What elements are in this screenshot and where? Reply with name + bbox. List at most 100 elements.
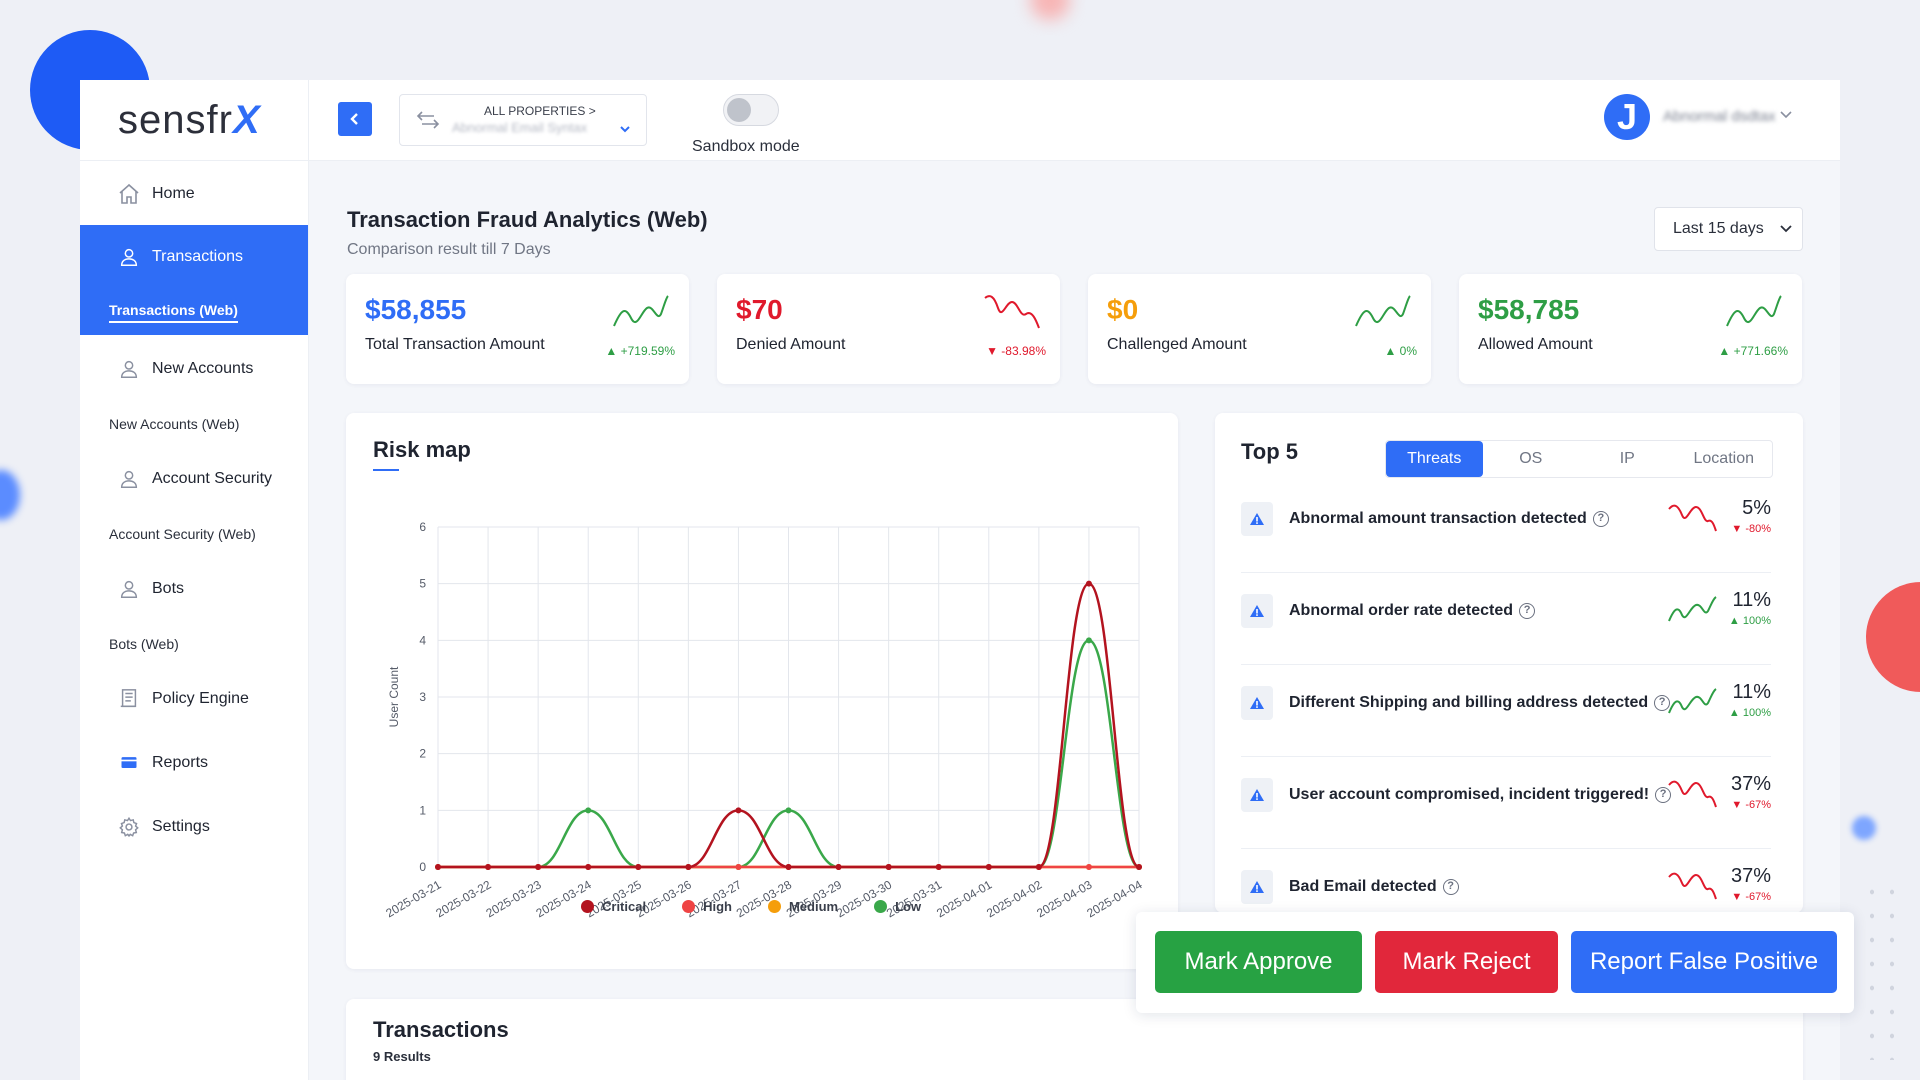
threat-percent: 5%: [1742, 497, 1771, 520]
kpi-label: Denied Amount: [736, 336, 845, 354]
property-value: Abnormal Email Syntax: [452, 120, 587, 135]
action-panel: Mark Approve Mark Reject Report False Po…: [1136, 912, 1854, 1013]
threat-change: ▼ -67%: [1731, 799, 1771, 811]
risk-map-title: Risk map: [373, 437, 471, 463]
sidebar-subitem-transactions-web[interactable]: Transactions (Web): [80, 289, 308, 335]
data-point-critical: [735, 807, 741, 813]
home-icon: [116, 181, 142, 207]
legend-item-low[interactable]: Low: [874, 899, 921, 914]
sidebar-item-label: Settings: [152, 818, 210, 836]
sidebar-item-policy-engine[interactable]: Policy Engine: [80, 667, 308, 731]
sidebar-item-bots[interactable]: Bots: [80, 557, 308, 621]
decor-pink-glow: [1030, 0, 1070, 20]
transactions-title: Transactions: [373, 1017, 509, 1043]
sidebar-subitem-account-security-web[interactable]: Account Security (Web): [80, 511, 308, 557]
y-tick-label: 6: [419, 520, 426, 534]
property-selector[interactable]: ALL PROPERTIES > Abnormal Email Syntax: [399, 94, 647, 146]
warning-icon: [1241, 686, 1273, 720]
kpi-label: Total Transaction Amount: [365, 336, 545, 354]
threat-percent: 37%: [1731, 773, 1771, 796]
sidebar-item-transactions[interactable]: Transactions: [80, 225, 308, 289]
logo-text: sensfr: [118, 98, 233, 143]
tab-os[interactable]: OS: [1483, 441, 1580, 477]
page-title: Transaction Fraud Analytics (Web): [347, 207, 708, 233]
threat-row[interactable]: Bad Email detected?37%▼ -67%: [1241, 849, 1771, 913]
data-point-critical: [1036, 864, 1042, 870]
y-tick-label: 5: [419, 577, 426, 591]
sidebar-subitem-bots-web[interactable]: Bots (Web): [80, 621, 308, 667]
mark-approve-button[interactable]: Mark Approve: [1155, 931, 1362, 993]
data-point-critical: [836, 864, 842, 870]
brand-logo[interactable]: sensfrX: [80, 80, 308, 161]
page-subtitle: Comparison result till 7 Days: [347, 241, 551, 259]
tab-location[interactable]: Location: [1676, 441, 1773, 477]
x-tick-label: 2025-04-02: [984, 877, 1044, 920]
collapse-sidebar-button[interactable]: [338, 102, 372, 136]
y-tick-label: 1: [419, 803, 426, 817]
threat-name: Abnormal order rate detected: [1289, 602, 1513, 619]
chevron-down-icon[interactable]: [1779, 110, 1793, 120]
tab-threats[interactable]: Threats: [1386, 441, 1483, 477]
threat-change: ▲ 100%: [1729, 615, 1771, 627]
sidebar-item-label: Account Security: [152, 470, 272, 488]
threat-row[interactable]: Abnormal amount transaction detected?5%▼…: [1241, 481, 1771, 573]
user-icon: [116, 466, 142, 492]
threat-name-wrap: Abnormal amount transaction detected?: [1289, 510, 1609, 528]
data-point-critical: [786, 864, 792, 870]
warning-icon: [1241, 502, 1273, 536]
warning-icon: [1241, 594, 1273, 628]
trend-up-sparkline: [1353, 292, 1413, 332]
user-icon: [116, 576, 142, 602]
kpi-amount: $58,855: [365, 294, 466, 326]
legend-item-critical[interactable]: Critical: [581, 899, 646, 914]
kpi-change: ▼ -83.98%: [986, 344, 1046, 358]
threat-name: User account compromised, incident trigg…: [1289, 786, 1649, 803]
threat-row[interactable]: Abnormal order rate detected?11%▲ 100%: [1241, 573, 1771, 665]
top5-card: Top 5 Threats OS IP Location Abnormal am…: [1215, 413, 1803, 913]
data-point-critical: [485, 864, 491, 870]
trend-down-sparkline: [1666, 775, 1720, 813]
sidebar-subitem-new-accounts-web[interactable]: New Accounts (Web): [80, 401, 308, 447]
legend-item-medium[interactable]: Medium: [768, 899, 838, 914]
threat-row[interactable]: Different Shipping and billing address d…: [1241, 665, 1771, 757]
report-false-positive-button[interactable]: Report False Positive: [1571, 931, 1837, 993]
help-icon[interactable]: ?: [1443, 879, 1459, 895]
data-point-high: [1086, 864, 1092, 870]
kpi-label: Allowed Amount: [1478, 336, 1593, 354]
decor-blue-dot-left: [0, 470, 20, 520]
sidebar-item-home[interactable]: Home: [80, 163, 308, 225]
user-name[interactable]: Abnormal dsdtax: [1663, 108, 1776, 125]
legend-item-high[interactable]: High: [682, 899, 732, 914]
swap-icon: [416, 109, 440, 131]
help-icon[interactable]: ?: [1519, 603, 1535, 619]
sidebar-item-account-security[interactable]: Account Security: [80, 447, 308, 511]
x-tick-label: 2025-03-21: [383, 877, 443, 920]
avatar[interactable]: J: [1604, 94, 1650, 140]
date-range-select[interactable]: Last 15 days: [1654, 207, 1803, 251]
sidebar-item-settings[interactable]: Settings: [80, 795, 308, 859]
sidebar-group-transactions: Transactions Transactions (Web): [80, 225, 308, 335]
sidebar-item-label: Bots: [152, 580, 184, 598]
threat-row[interactable]: User account compromised, incident trigg…: [1241, 757, 1771, 849]
threat-name: Different Shipping and billing address d…: [1289, 694, 1648, 711]
kpi-label: Challenged Amount: [1107, 336, 1247, 354]
risk-map-card: Risk map 01234562025-03-212025-03-222025…: [346, 413, 1178, 969]
tab-ip[interactable]: IP: [1579, 441, 1676, 477]
legend-label: Medium: [789, 899, 838, 914]
y-tick-label: 0: [419, 860, 426, 874]
sandbox-toggle[interactable]: [723, 94, 779, 126]
warning-icon: [1241, 778, 1273, 812]
kpi-card-total: $58,855 Total Transaction Amount ▲ +719.…: [346, 274, 689, 384]
trend-up-sparkline: [1724, 292, 1784, 332]
trend-up-sparkline: [1666, 591, 1720, 629]
x-tick-label: 2025-04-03: [1034, 877, 1094, 920]
sidebar-item-reports[interactable]: Reports: [80, 731, 308, 795]
mark-reject-button[interactable]: Mark Reject: [1375, 931, 1558, 993]
legend-label: Low: [895, 899, 921, 914]
help-icon[interactable]: ?: [1593, 511, 1609, 527]
chevron-down-icon: [620, 125, 630, 133]
sidebar-item-new-accounts[interactable]: New Accounts: [80, 337, 308, 401]
data-point-critical: [635, 864, 641, 870]
legend-swatch: [874, 900, 887, 913]
threat-change: ▼ -67%: [1731, 891, 1771, 903]
